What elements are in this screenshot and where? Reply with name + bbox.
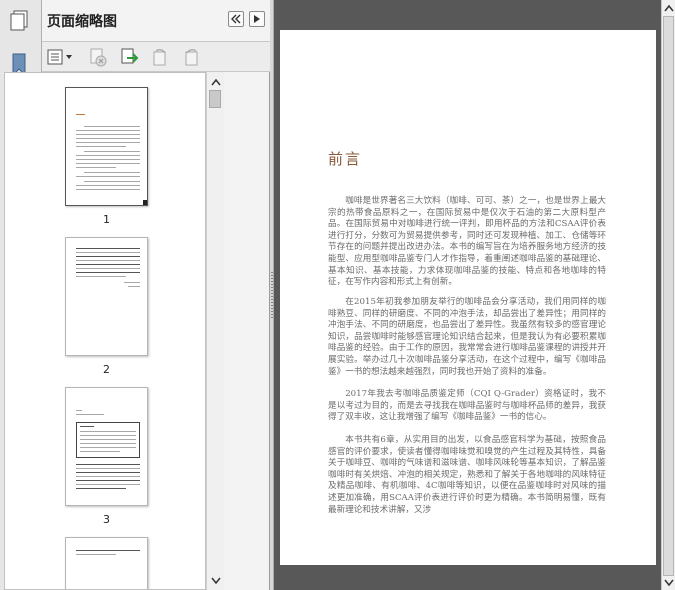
document-page: 前言 咖啡是世界著名三大饮料（咖啡、可可、茶）之一，也是世界上最大宗的热带食品原… <box>280 30 656 565</box>
double-chevron-left-icon <box>231 14 241 24</box>
page-number-label: 2 <box>103 363 110 376</box>
delete-page-icon <box>90 48 107 67</box>
panel-header: 页面缩略图 <box>42 0 270 42</box>
rotate-left-button[interactable] <box>149 47 171 67</box>
document-view: 前言 咖啡是世界著名三大饮料（咖啡、可可、茶）之一，也是世界上最大宗的热带食品原… <box>274 0 661 590</box>
panel-menu-button[interactable] <box>249 11 265 27</box>
page-thumbnail-4[interactable] <box>65 537 148 589</box>
scroll-thumb[interactable] <box>209 90 221 108</box>
thumbnails-list: 1 2 3 <box>4 72 206 590</box>
thumbnails-scrollbar[interactable] <box>206 72 224 590</box>
page-number-label: 3 <box>103 513 110 526</box>
delete-pages-button[interactable] <box>87 47 109 67</box>
paragraph: 2017年我去考咖啡品质鉴定师（CQI Q-Grader）资格证时，我不是以考过… <box>328 389 606 423</box>
triangle-right-icon <box>254 15 260 23</box>
options-dropdown-button[interactable] <box>47 47 75 67</box>
page-number-label: 1 <box>103 213 110 226</box>
options-icon <box>47 49 72 65</box>
rotate-right-icon <box>185 49 198 66</box>
scroll-down-arrow-icon[interactable] <box>664 579 674 587</box>
page-thumbnail-2[interactable] <box>65 237 148 356</box>
paragraph: 咖啡是世界著名三大饮料（咖啡、可可、茶）之一，也是世界上最大宗的热带食品原料之一… <box>328 196 606 288</box>
thumbnails-toolbar <box>42 42 270 72</box>
extract-pages-button[interactable] <box>119 47 141 67</box>
scroll-thumb[interactable] <box>663 16 674 576</box>
panel-title: 页面缩略图 <box>47 14 117 30</box>
page-thumbnails-icon[interactable] <box>4 6 34 36</box>
rotate-right-button[interactable] <box>181 47 203 67</box>
paragraph: 在2015年初我参加朋友举行的咖啡品会分享活动，我们用同样的咖啡熟豆、同样的研磨… <box>328 297 606 377</box>
page-thumbnail-1[interactable] <box>65 87 148 206</box>
extract-page-icon <box>121 48 139 64</box>
rotate-left-icon <box>153 49 166 66</box>
collapse-panel-button[interactable] <box>228 11 244 27</box>
paragraph: 本书共有6章，从实用目的出发，以食品感官科学为基础，按照食品感官的评价要求，使读… <box>328 435 606 515</box>
scroll-down-arrow-icon[interactable] <box>211 577 221 585</box>
scroll-up-arrow-icon[interactable] <box>664 4 674 12</box>
document-scrollbar[interactable] <box>661 0 675 590</box>
page-thumbnail-3[interactable] <box>65 387 148 506</box>
scroll-up-arrow-icon[interactable] <box>211 78 221 86</box>
document-title: 前言 <box>328 150 363 168</box>
